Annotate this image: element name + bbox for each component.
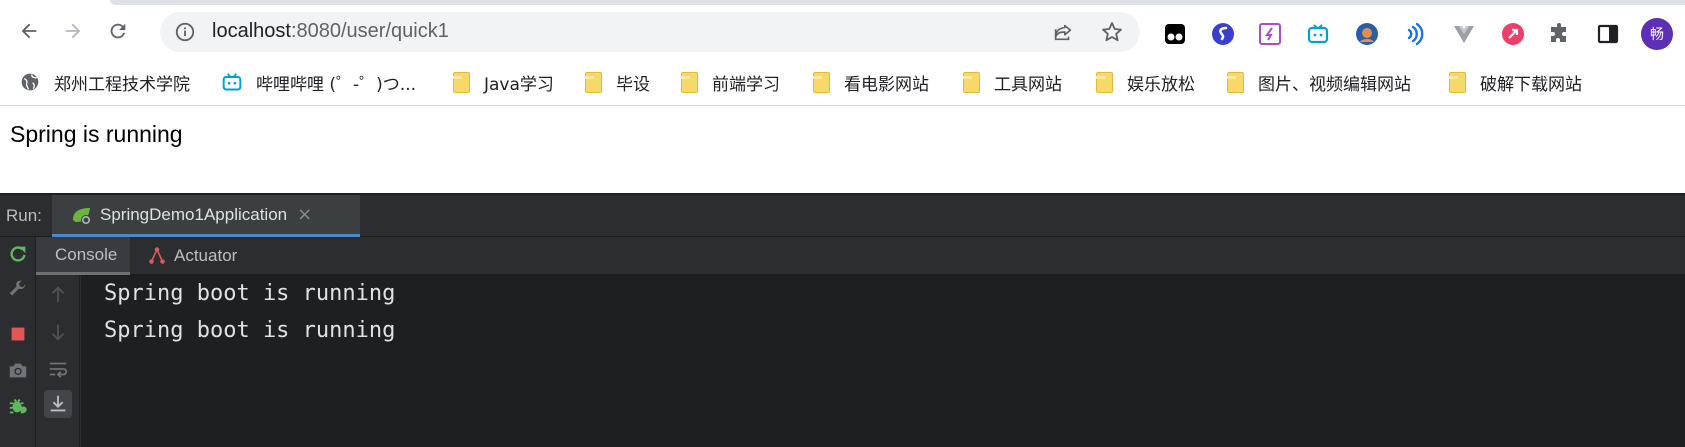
globe-icon <box>21 73 39 91</box>
feather-icon[interactable] <box>1257 21 1283 47</box>
bookmark-folder[interactable]: Java学习 <box>453 68 554 96</box>
bookmark-star-icon[interactable] <box>1100 20 1124 44</box>
forward-button[interactable] <box>55 13 91 49</box>
ide-run-panel: Run: SpringDemo1Application × Console Ac… <box>0 193 1685 447</box>
avatar-letter: 畅 <box>1650 27 1664 43</box>
bookmarks-bar: 郑州工程技术学院 哔哩哔哩 (゜-゜)つ... Java学习 毕设 前端学习 看… <box>0 58 1685 106</box>
console-line: Spring boot is running <box>104 318 396 343</box>
s-icon[interactable] <box>1210 21 1236 47</box>
folder-icon <box>1096 71 1113 93</box>
bookmark-folder[interactable]: 娱乐放松 <box>1096 68 1195 96</box>
page-content: Spring is running <box>0 107 1685 193</box>
ping-icon[interactable] <box>1500 21 1526 47</box>
arrow-right-icon <box>65 23 81 39</box>
url-text[interactable]: localhost:8080/user/quick1 <box>212 20 449 43</box>
soft-wrap-icon <box>49 362 68 378</box>
stop-icon <box>11 327 25 341</box>
bookmark-folder[interactable]: 图片、视频编辑网站 <box>1227 68 1411 96</box>
debug-button[interactable] <box>5 393 31 419</box>
bookmark-label: 看电影网站 <box>844 74 929 95</box>
rerun-button[interactable] <box>5 241 31 267</box>
run-header: Run: SpringDemo1Application × <box>0 195 1685 237</box>
folder-icon <box>813 71 830 93</box>
folder-icon <box>1449 71 1466 93</box>
url-path: :8080/user/quick1 <box>290 20 449 42</box>
folder-icon <box>681 71 698 93</box>
bookmark-label: 图片、视频编辑网站 <box>1258 74 1411 95</box>
bug-icon <box>9 398 27 414</box>
reload-icon <box>110 23 126 39</box>
folder-icon <box>963 71 980 93</box>
run-label: Run: <box>6 206 42 225</box>
browser-toolbar: localhost:8080/user/quick1 畅 <box>0 6 1685 58</box>
url-host: localhost <box>212 20 291 42</box>
bookmark-folder[interactable]: 前端学习 <box>681 68 780 96</box>
bookmark-folder[interactable]: 看电影网站 <box>813 68 929 96</box>
stop-button[interactable] <box>5 321 31 347</box>
bookmark-label: 哔哩哔哩 (゜-゜)つ... <box>256 74 417 95</box>
arrow-up-icon <box>51 286 65 303</box>
info-icon[interactable] <box>174 21 196 43</box>
console-line: Spring boot is running <box>104 281 396 306</box>
vue-icon[interactable] <box>1451 21 1477 47</box>
bookmark-item[interactable]: 郑州工程技术学院 <box>20 68 190 96</box>
scroll-to-end-icon <box>50 395 66 412</box>
bookmark-folder[interactable]: 工具网站 <box>963 68 1062 96</box>
bookmark-label: 前端学习 <box>712 74 780 95</box>
folder-icon <box>1227 71 1244 93</box>
reload-button[interactable] <box>100 13 136 49</box>
tab-actuator[interactable]: Actuator <box>146 237 256 275</box>
bookmark-label: 工具网站 <box>994 74 1062 95</box>
bookmark-label: 毕设 <box>616 74 650 95</box>
bookmark-folder[interactable]: 毕设 <box>585 68 650 96</box>
folder-icon <box>453 71 470 93</box>
address-bar[interactable]: localhost:8080/user/quick1 <box>160 12 1140 52</box>
tampermonkey-icon[interactable] <box>1162 21 1188 47</box>
arrow-left-icon <box>21 23 37 39</box>
wifi-ext-icon[interactable] <box>1402 21 1428 47</box>
run-config-tab[interactable]: SpringDemo1Application × <box>52 195 360 237</box>
spring-boot-icon <box>73 207 91 225</box>
bookmark-label: 娱乐放松 <box>1127 74 1195 95</box>
avatar-ext-icon[interactable] <box>1354 21 1380 47</box>
rerun-icon <box>10 246 26 262</box>
tab-actuator-label: Actuator <box>174 246 238 265</box>
bookmark-label: Java学习 <box>484 74 554 95</box>
tab-console[interactable]: Console <box>36 237 130 275</box>
camera-icon <box>9 363 27 378</box>
bilibili-ext-icon[interactable] <box>1305 21 1331 47</box>
close-icon[interactable]: × <box>297 204 312 225</box>
bookmark-label: 破解下载网站 <box>1480 74 1582 95</box>
console-toolbar <box>37 275 80 447</box>
sidepanel-icon[interactable] <box>1595 21 1621 47</box>
run-tab-title: SpringDemo1Application <box>100 204 288 224</box>
folder-icon <box>585 71 602 93</box>
wrench-icon <box>9 280 26 296</box>
tab-console-label: Console <box>55 244 118 264</box>
share-icon[interactable] <box>1052 21 1074 43</box>
bilibili-icon <box>222 73 242 91</box>
profile-avatar[interactable]: 畅 <box>1641 18 1673 50</box>
bookmark-label: 郑州工程技术学院 <box>54 74 190 95</box>
actuator-icon <box>149 247 165 264</box>
bookmark-item[interactable]: 哔哩哔哩 (゜-゜)つ... <box>222 68 416 96</box>
soft-wrap-button[interactable] <box>44 355 72 383</box>
run-toolbar <box>0 237 36 447</box>
back-button[interactable] <box>11 13 47 49</box>
bookmark-folder[interactable]: 破解下载网站 <box>1449 68 1582 96</box>
settings-button[interactable] <box>5 277 31 303</box>
scroll-down-button[interactable] <box>44 318 72 346</box>
scroll-to-end-button[interactable] <box>44 390 72 418</box>
page-text: Spring is running <box>10 121 183 147</box>
scroll-up-button[interactable] <box>44 281 72 309</box>
screenshot-button[interactable] <box>5 357 31 383</box>
arrow-down-icon <box>51 324 65 341</box>
console-output[interactable]: Spring boot is running Spring boot is ru… <box>81 275 1685 447</box>
puzzle-icon[interactable] <box>1547 21 1573 47</box>
run-subtabs: Console Actuator <box>36 237 1685 275</box>
